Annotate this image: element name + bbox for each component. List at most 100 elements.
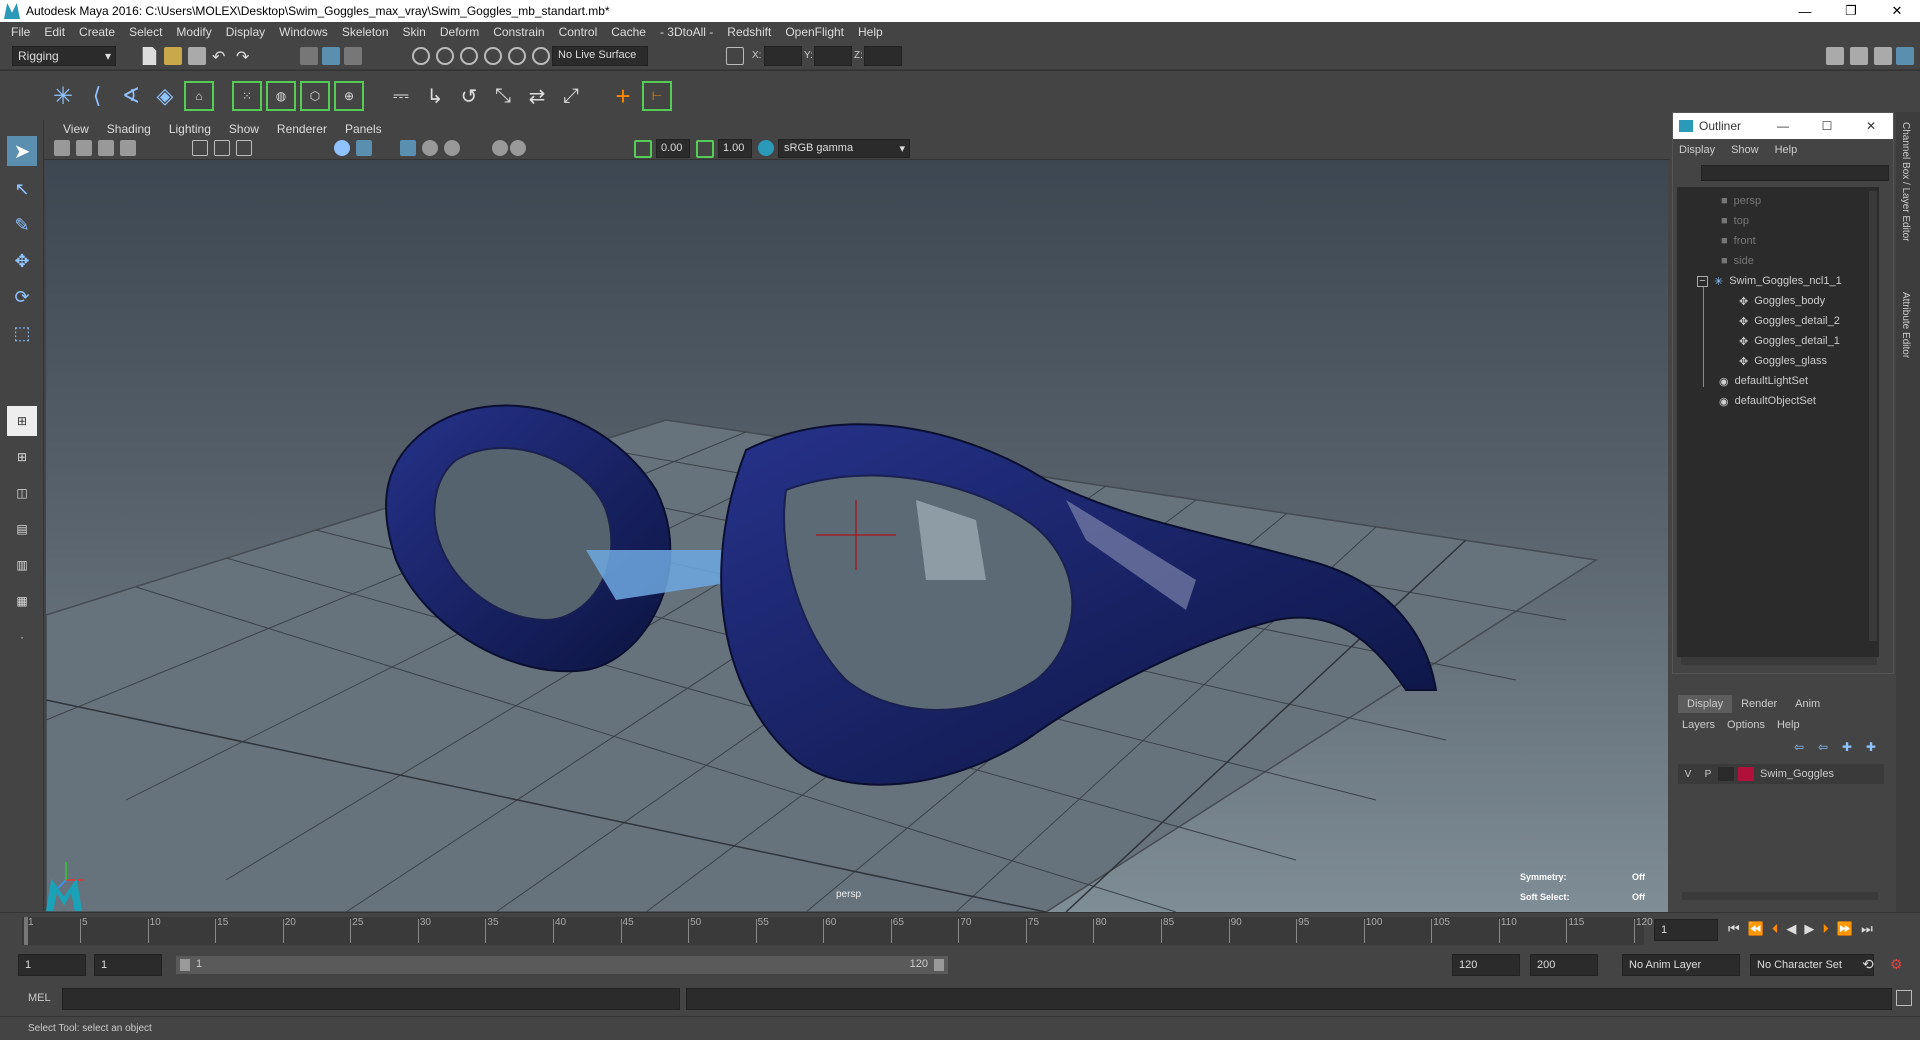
viewport-persp[interactable]: persp Symmetry: Off Soft Select: Off [46, 160, 1668, 912]
scene-end-field[interactable]: 200 [1530, 954, 1598, 976]
close-button[interactable]: ✕ [1874, 0, 1920, 22]
script-editor-icon[interactable] [1896, 990, 1912, 1006]
single-pane-layout-icon[interactable]: ⊞ [7, 406, 37, 436]
ik-handle-icon[interactable]: ⟨ [82, 81, 112, 111]
menu-deform[interactable]: Deform [433, 25, 486, 39]
maximize-button[interactable]: ❐ [1828, 0, 1874, 22]
grid-toggle-icon[interactable] [192, 140, 208, 156]
vp-menu-view[interactable]: View [54, 122, 98, 136]
wireframe-icon[interactable] [334, 140, 350, 156]
new-scene-icon[interactable] [142, 47, 157, 65]
mel-label[interactable]: MEL [28, 992, 51, 1004]
select-object-icon[interactable] [322, 47, 340, 65]
layer-visibility-toggle[interactable]: V [1678, 769, 1698, 780]
parent-constraint-icon[interactable]: ⇄ [522, 81, 552, 111]
wrap-deformer-icon[interactable]: ⬡ [300, 81, 330, 111]
snap-vertex-icon[interactable] [532, 47, 550, 65]
insert-joint-icon[interactable]: ◈ [150, 81, 180, 111]
play-backward-icon[interactable]: ◀ [1786, 921, 1796, 937]
menu-windows[interactable]: Windows [272, 25, 335, 39]
resolution-gate-icon[interactable] [236, 140, 252, 156]
outliner-menu-help[interactable]: Help [1775, 144, 1798, 156]
use-lights-icon[interactable] [422, 140, 438, 156]
character-set-dropdown[interactable]: No Character Set [1750, 954, 1874, 976]
minimize-button[interactable]: — [1782, 0, 1828, 22]
snap-point-icon[interactable] [460, 47, 478, 65]
tab-display[interactable]: Display [1678, 695, 1733, 713]
playback-end-field[interactable]: 120 [1452, 954, 1520, 976]
persp-outliner-layout-icon[interactable]: ▤ [7, 514, 37, 544]
list-item[interactable]: ■ top [1721, 211, 1749, 231]
menu-cache[interactable]: Cache [604, 25, 653, 39]
redo-icon[interactable]: ↷ [236, 47, 254, 66]
list-item[interactable]: ✥ Goggles_detail_2 [1739, 311, 1840, 331]
snap-curve-icon[interactable] [436, 47, 454, 65]
current-frame-field[interactable]: 1 [1654, 919, 1718, 941]
joint-tool-icon[interactable]: ✳ [48, 81, 78, 111]
layer-menu-options[interactable]: Options [1727, 719, 1765, 731]
menu-help[interactable]: Help [851, 25, 890, 39]
isolate-icon[interactable] [492, 140, 508, 156]
select-hierarchy-icon[interactable] [300, 47, 318, 65]
move-layer-up-icon[interactable]: ⇦ [1794, 740, 1804, 754]
lattice-icon[interactable]: ◍ [266, 81, 296, 111]
select-component-icon[interactable] [344, 47, 362, 65]
vp-menu-show[interactable]: Show [220, 122, 268, 136]
live-surface-field[interactable]: No Live Surface [552, 46, 648, 66]
time-track[interactable]: 1 5 10 15 20 25 30 35 40 45 50 55 60 65 70 75 80 85 90 95 10… [22, 917, 1653, 945]
menu-skin[interactable]: Skin [396, 25, 433, 39]
color-management-icon[interactable] [758, 140, 774, 156]
step-back-key-icon[interactable]: ⏪ [1748, 921, 1764, 937]
new-layer-icon[interactable]: ✚ [1842, 740, 1852, 754]
shadows-icon[interactable] [444, 140, 460, 156]
scene-start-field[interactable]: 1 [18, 954, 86, 976]
menu-3dtoall[interactable]: - 3DtoAll - [653, 25, 720, 39]
range-end-handle[interactable] [934, 959, 944, 971]
tab-attribute-editor[interactable]: Attribute Editor [1900, 292, 1911, 358]
snap-view-icon[interactable] [484, 47, 502, 65]
play-forward-icon[interactable]: ▶ [1804, 921, 1814, 937]
xray-icon[interactable] [510, 140, 526, 156]
transform-icon[interactable] [726, 47, 744, 65]
scale-tool-icon[interactable]: ⬚ [7, 318, 37, 348]
camera-attr-icon[interactable] [76, 140, 92, 156]
list-item[interactable]: ✥ Goggles_body [1739, 291, 1825, 311]
pole-vector-icon[interactable]: ⤢ [556, 81, 586, 111]
scale-constraint-icon[interactable]: ⤡ [488, 81, 518, 111]
locator-icon[interactable]: + [608, 81, 638, 111]
film-gate-icon[interactable] [214, 140, 230, 156]
outliner-search-input[interactable] [1701, 165, 1889, 181]
step-forward-key-icon[interactable]: ⏩ [1837, 921, 1853, 937]
tool-settings-icon[interactable] [1874, 47, 1892, 65]
aim-constraint-icon[interactable]: ↳ [420, 81, 450, 111]
textured-icon[interactable] [400, 140, 416, 156]
menu-edit[interactable]: Edit [37, 25, 72, 39]
layer-menu-layers[interactable]: Layers [1682, 719, 1715, 731]
menu-constrain[interactable]: Constrain [486, 25, 551, 39]
outliner-menu-show[interactable]: Show [1731, 144, 1759, 156]
layer-menu-help[interactable]: Help [1777, 719, 1800, 731]
rotate-tool-icon[interactable]: ⟳ [7, 282, 37, 312]
outliner-menu-display[interactable]: Display [1679, 144, 1715, 156]
move-tool-icon[interactable]: ✥ [7, 246, 37, 276]
layer-playback-toggle[interactable]: P [1698, 769, 1718, 780]
menu-select[interactable]: Select [122, 25, 169, 39]
tab-channel-box[interactable]: Channel Box / Layer Editor [1900, 122, 1911, 242]
menu-redshift[interactable]: Redshift [720, 25, 778, 39]
step-back-frame-icon[interactable]: ⏴ [1772, 921, 1779, 937]
exposure-icon[interactable] [634, 140, 652, 158]
menu-skeleton[interactable]: Skeleton [335, 25, 396, 39]
menu-display[interactable]: Display [219, 25, 272, 39]
playback-start-field[interactable]: 1 [94, 954, 162, 976]
time-slider[interactable]: 1 5 10 15 20 25 30 35 40 45 50 55 60 65 70 75 80 85 90 95 10… [0, 912, 1920, 948]
preferences-icon[interactable]: ⚙ [1890, 956, 1903, 973]
point-constraint-icon[interactable]: ⎓ [386, 81, 416, 111]
vertical-scrollbar[interactable] [1869, 191, 1877, 641]
save-scene-icon[interactable] [188, 47, 206, 65]
layer-scrollbar[interactable] [1682, 892, 1878, 900]
mel-input[interactable] [62, 988, 680, 1010]
render-settings-icon[interactable] [1826, 47, 1844, 65]
color-space-dropdown[interactable]: sRGB gamma ▾ [778, 139, 910, 158]
panel-layout-icon[interactable] [1850, 47, 1868, 65]
paint-select-icon[interactable]: ✎ [7, 210, 37, 240]
